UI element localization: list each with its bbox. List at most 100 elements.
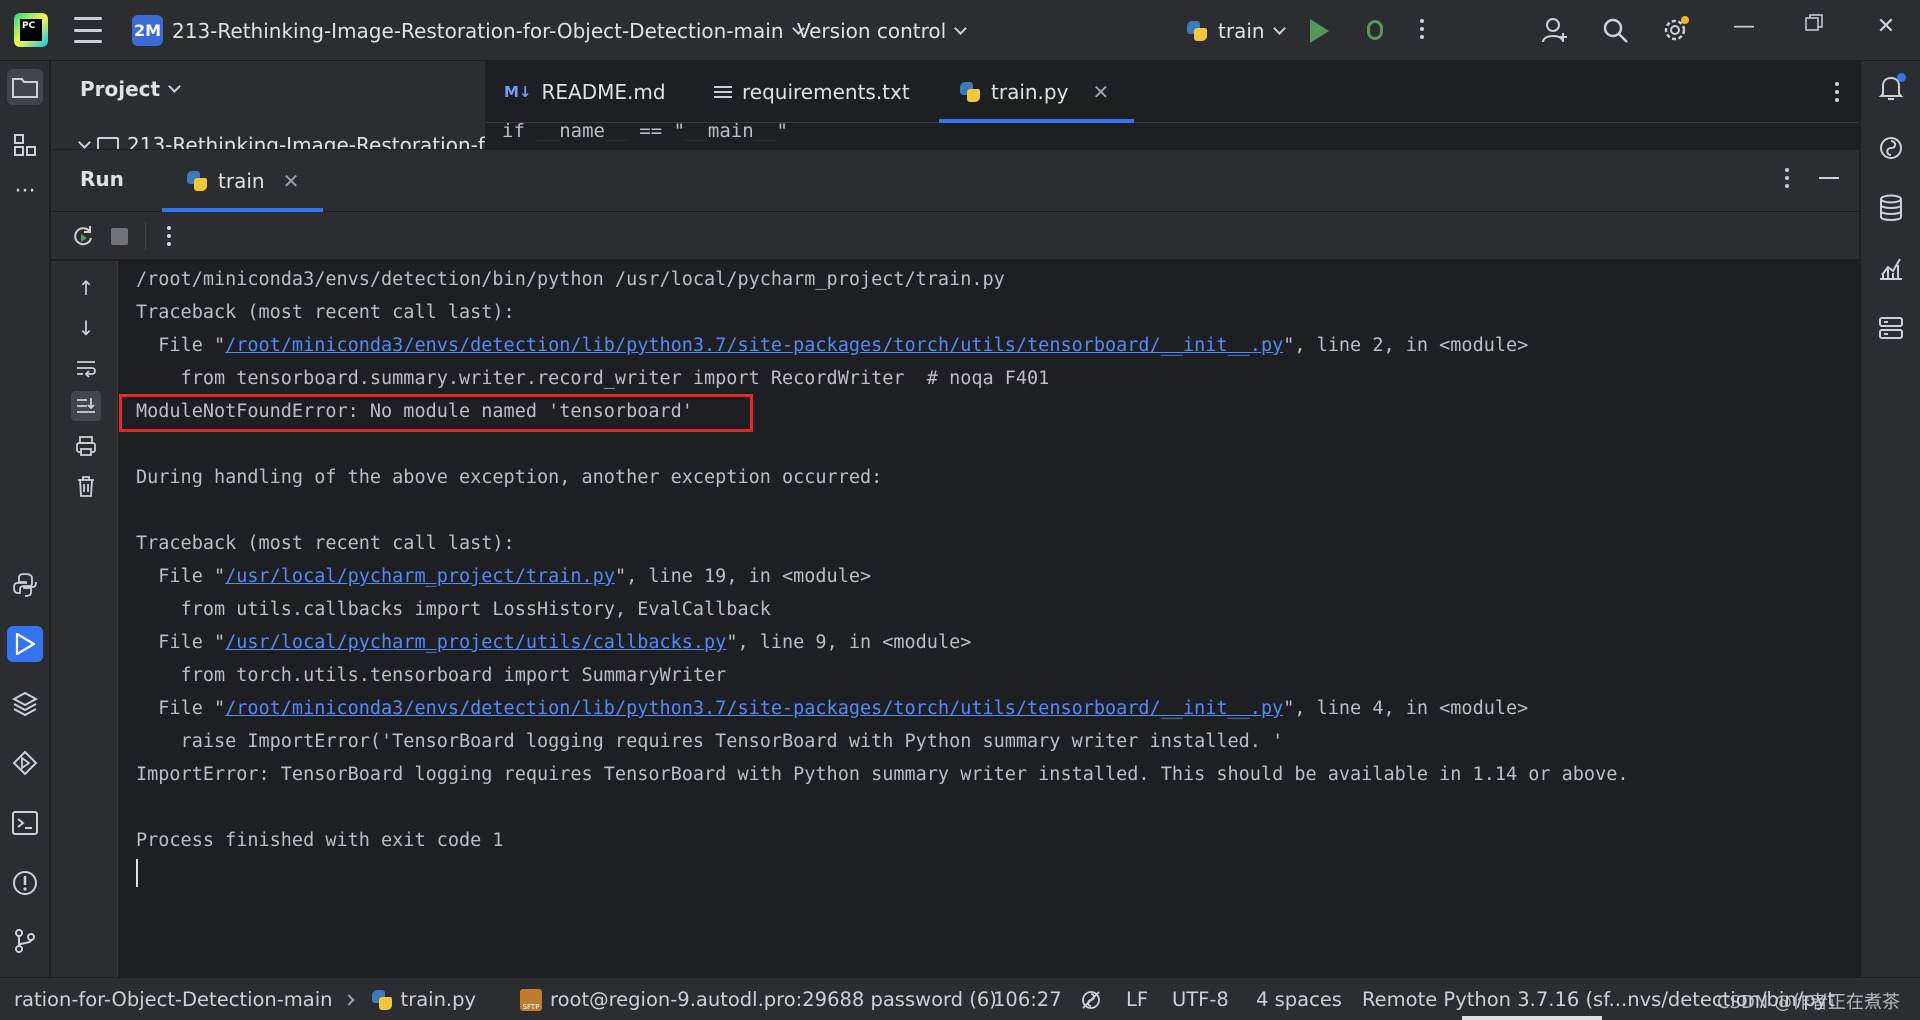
line-separator[interactable]: LF: [1126, 978, 1148, 1020]
console-text: File ": [136, 335, 226, 356]
problems-icon[interactable]: [7, 865, 43, 901]
terminal-icon[interactable]: [7, 805, 43, 841]
console-file-link[interactable]: /usr/local/pycharm_project/utils/callbac…: [225, 632, 726, 653]
run-config-selector[interactable]: train: [1186, 16, 1286, 46]
console-line: from torch.utils.tensorboard import Summ…: [136, 665, 727, 686]
scroll-to-end-icon[interactable]: [71, 391, 101, 421]
remote-host-widget[interactable]: SFTP root@region-9.autodl.pro:29688 pass…: [520, 978, 997, 1020]
remote-hosts-icon[interactable]: [1874, 311, 1908, 345]
python-icon: [959, 81, 981, 103]
git-branch-icon[interactable]: [7, 923, 43, 959]
project-root-label: 213-Rethinking-Image-Restoration-for-Obj…: [127, 133, 485, 149]
console-file-link[interactable]: /root/miniconda3/envs/detection/lib/pyth…: [225, 698, 1283, 719]
project-folder-icon[interactable]: [7, 69, 43, 105]
vcs-label: Version control: [797, 19, 947, 43]
more-tools-icon[interactable]: ···: [7, 173, 43, 209]
restore-window-icon[interactable]: [1794, 14, 1834, 32]
ai-off-icon[interactable]: [1080, 978, 1102, 1020]
console-file-link[interactable]: /usr/local/pycharm_project/train.py: [225, 566, 615, 587]
project-name: 213-Rethinking-Image-Restoration-for-Obj…: [172, 19, 784, 43]
console-line: During handling of the above exception, …: [136, 467, 883, 488]
console-line: from tensorboard.summary.writer.record_w…: [136, 368, 1050, 389]
project-tree-root[interactable]: 213-Rethinking-Image-Restoration-for-Obj…: [78, 133, 485, 149]
console-text: File ": [136, 566, 226, 587]
breadcrumb-project[interactable]: ration-for-Object-Detection-main: [14, 988, 333, 1011]
run-tool-window-header: Run train ✕: [51, 149, 1859, 212]
run-tool-icon[interactable]: [7, 626, 43, 662]
trash-icon[interactable]: [71, 471, 101, 501]
console-line: File "/usr/local/pycharm_project/utils/c…: [136, 626, 971, 659]
project-pane-title[interactable]: Project: [80, 77, 181, 101]
close-run-tab-icon[interactable]: ✕: [283, 169, 300, 193]
chevron-down-icon: [954, 22, 968, 35]
settings-gear-icon[interactable]: [1660, 15, 1690, 45]
text-file-icon: [714, 86, 732, 98]
ai-assistant-icon[interactable]: [1874, 131, 1908, 165]
structure-icon[interactable]: [7, 127, 43, 163]
run-options-icon[interactable]: [1785, 168, 1789, 188]
notifications-bell-icon[interactable]: [1874, 71, 1908, 105]
caret-position[interactable]: 106:27: [993, 978, 1062, 1020]
console-file-link[interactable]: /root/miniconda3/envs/detection/lib/pyth…: [225, 335, 1283, 356]
python-icon: [186, 170, 208, 192]
console-line: Process finished with exit code 1: [136, 830, 504, 851]
scroll-up-arrow-icon[interactable]: ↑: [71, 273, 101, 303]
version-control-menu[interactable]: Version control: [797, 16, 968, 46]
console-text: ", line 9, in <module>: [726, 632, 972, 653]
project-switcher[interactable]: 213-Rethinking-Image-Restoration-for-Obj…: [172, 16, 805, 46]
add-user-icon[interactable]: [1540, 15, 1570, 45]
pycharm-logo-icon: PC: [14, 13, 48, 47]
console-output[interactable]: /root/miniconda3/envs/detection/bin/pyth…: [119, 261, 1859, 977]
hide-window-icon[interactable]: [1819, 177, 1839, 179]
tab-requirements[interactable]: requirements.txt: [714, 61, 910, 123]
markdown-icon: M↓: [504, 83, 532, 101]
tab-train-py[interactable]: train.py ✕: [938, 61, 1135, 123]
run-toolbar-more-icon[interactable]: [167, 226, 171, 246]
debug-button[interactable]: [1362, 17, 1388, 43]
run-tab-train[interactable]: train ✕: [162, 150, 324, 212]
main-menu-icon[interactable]: [74, 17, 102, 43]
minimize-window-icon[interactable]: —: [1724, 14, 1764, 39]
indent-setting[interactable]: 4 spaces: [1256, 978, 1342, 1020]
console-text: ", line 19, in <module>: [614, 566, 872, 587]
search-icon[interactable]: [1600, 15, 1630, 45]
editor-code-line[interactable]: if __name__ == "__main__": [502, 121, 788, 141]
breadcrumb-file[interactable]: train.py: [401, 988, 477, 1011]
console-line: Traceback (most recent call last):: [136, 533, 515, 554]
title-bar: PC 2M 213-Rethinking-Image-Restoration-f…: [0, 0, 1920, 61]
file-encoding[interactable]: UTF-8: [1172, 978, 1229, 1020]
database-icon[interactable]: [1874, 191, 1908, 225]
soft-wrap-icon[interactable]: [71, 353, 101, 383]
services-icon[interactable]: [7, 745, 43, 781]
watermark-text: CSDN @作者正在煮茶: [1716, 992, 1900, 1013]
project-pane-title-label: Project: [80, 77, 161, 101]
console-line: File "/root/miniconda3/envs/detection/li…: [136, 329, 1528, 362]
close-window-icon[interactable]: ✕: [1866, 14, 1906, 39]
console-line: /root/miniconda3/envs/detection/bin/pyth…: [136, 269, 1005, 290]
close-tab-icon[interactable]: ✕: [1092, 80, 1109, 104]
python-console-icon[interactable]: [7, 567, 43, 603]
run-config-label: train: [1218, 19, 1265, 43]
stop-button[interactable]: [111, 228, 128, 245]
project-pane: Project 213-Rethinking-Image-Restoration…: [51, 61, 485, 149]
tab-label: README.md: [541, 80, 666, 104]
run-button[interactable]: [1310, 19, 1329, 43]
scroll-down-arrow-icon[interactable]: ↓: [71, 313, 101, 343]
editor-tab-options-icon[interactable]: [1835, 82, 1839, 102]
profiler-icon[interactable]: [1874, 251, 1908, 285]
print-icon[interactable]: [71, 431, 101, 461]
project-badge[interactable]: 2M: [132, 15, 163, 46]
layers-icon[interactable]: [7, 685, 43, 721]
console-line: ImportError: TensorBoard logging require…: [136, 764, 1629, 785]
more-actions-icon[interactable]: [1420, 19, 1424, 39]
left-tool-strip: ···: [0, 61, 50, 977]
breadcrumb[interactable]: ration-for-Object-Detection-main train.p…: [14, 978, 476, 1020]
tab-readme[interactable]: M↓ README.md: [504, 61, 666, 123]
chevron-down-icon: [168, 80, 181, 93]
console-text: File ": [136, 698, 226, 719]
status-bar: ration-for-Object-Detection-main train.p…: [0, 977, 1920, 1020]
rerun-icon[interactable]: [71, 224, 95, 254]
remote-host-label: root@region-9.autodl.pro:29688 password …: [550, 988, 997, 1011]
chevron-right-icon: [342, 993, 355, 1006]
status-progress-underline: [1462, 1016, 1602, 1020]
